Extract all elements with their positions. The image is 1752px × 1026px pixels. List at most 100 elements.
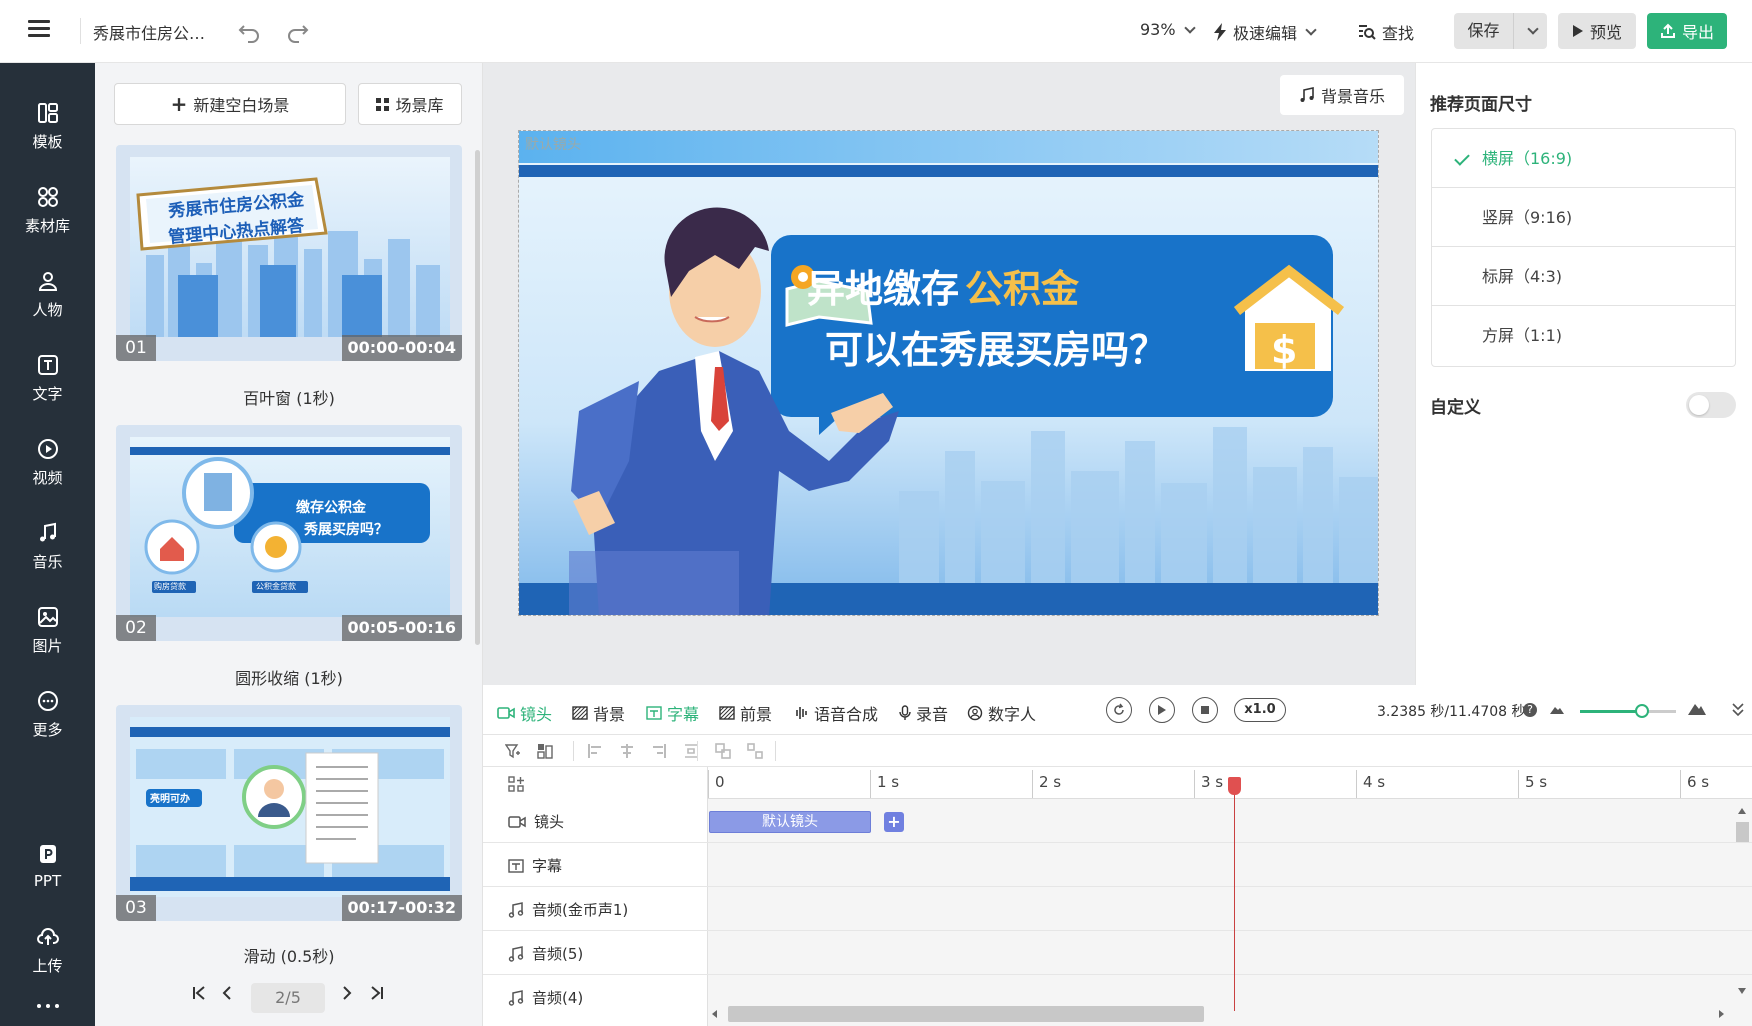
zoom-in-icon[interactable] [1688,701,1706,715]
collapse-icon[interactable] [1731,702,1745,718]
timeline-horizontal-scrollbar[interactable] [728,1006,1204,1022]
ungroup-icon[interactable] [747,743,763,759]
find-icon [1358,23,1376,41]
scene-card[interactable]: 秀展市住房公积金 管理中心热点解答 01 00:00-00:04 [116,145,462,361]
speed-edit-button[interactable]: 极速编辑 [1213,20,1317,44]
tab-record[interactable]: 录音 [899,701,948,725]
slider-thumb[interactable] [1635,704,1649,718]
prev-page-button[interactable] [222,985,232,1001]
project-title[interactable]: 秀展市住房公… [93,20,205,44]
track-settings-icon[interactable] [508,776,524,792]
scroll-up-icon[interactable] [1738,808,1746,814]
help-icon[interactable]: ? [1523,703,1537,717]
track-label-subtitle[interactable]: 字幕 [508,855,562,876]
tab-shot[interactable]: 镜头 [497,701,552,725]
redo-icon[interactable] [285,18,311,44]
preview-button[interactable]: 预览 [1558,13,1636,49]
zoom-select[interactable]: 93% [1140,20,1196,39]
new-blank-scene-button[interactable]: + 新建空白场景 [114,83,346,125]
scene-card[interactable]: 缴存公积金 秀展买房吗？ 购房贷款 公积金贷款 02 00:05-00:16 [116,425,462,641]
nav-ppt[interactable]: PPT [0,831,95,901]
export-button[interactable]: 导出 [1647,13,1727,49]
tab-subtitle[interactable]: 字幕 [646,701,699,725]
replay-button[interactable] [1106,697,1132,723]
track-row [483,799,1752,843]
ruler-tick [1356,770,1357,798]
tab-digital-human[interactable]: 数字人 [967,701,1036,725]
tab-foreground[interactable]: 前景 [719,701,772,725]
page-size-list: 横屏（16:9) 竖屏（9:16) 标屏（4:3) 方屏（1:1) [1431,128,1736,367]
nav-label: 模板 [32,132,63,151]
add-clip-button[interactable]: + [884,812,904,832]
nav-upload[interactable]: 上传 [0,915,95,985]
scroll-down-icon[interactable] [1738,988,1746,994]
playback-speed-button[interactable]: x1.0 [1234,698,1286,722]
nav-template[interactable]: 模板 [0,91,95,161]
custom-size-label: 自定义 [1430,398,1481,418]
layer-icon[interactable] [537,743,553,759]
undo-icon[interactable] [236,18,262,44]
last-page-button[interactable] [370,985,384,1001]
text-icon [36,353,60,377]
playhead[interactable] [1234,777,1235,1011]
timeline-zoom-slider[interactable] [1580,704,1676,718]
track-label-audio[interactable]: 音频(5) [508,943,583,964]
background-music-button[interactable]: 背景音乐 [1280,75,1404,115]
scroll-left-icon[interactable] [712,1010,718,1018]
play-button[interactable] [1149,697,1175,723]
scene-scrollbar[interactable] [475,150,480,645]
timeline-vertical-scrollbar[interactable] [1736,822,1749,842]
scene-card[interactable]: 亮明可办 03 00:17-00:32 [116,705,462,921]
track-label-audio[interactable]: 音频(金币声1) [508,899,628,920]
menu-icon[interactable] [28,20,50,38]
align-left-icon[interactable] [587,743,603,759]
nav-more[interactable]: 更多 [0,679,95,749]
save-dropdown-button[interactable] [1514,13,1547,49]
size-option-4-3[interactable]: 标屏（4:3) [1432,247,1735,306]
size-option-16-9[interactable]: 横屏（16:9) [1432,129,1735,188]
nav-materials[interactable]: 素材库 [0,175,95,245]
save-button[interactable]: 保存 [1454,13,1514,49]
nav-music[interactable]: 音乐 [0,511,95,581]
nav-people[interactable]: 人物 [0,259,95,329]
camera-icon [508,815,526,829]
tab-label: 镜头 [520,705,553,724]
left-sidebar: 模板 素材库 人物 文字 视频 音乐 图片 更多 PPT 上传 [0,63,95,1026]
align-center-icon[interactable] [619,743,635,759]
track-label-audio[interactable]: 音频(4) [508,987,583,1008]
headline-line-1a: 异地缴存 [807,267,960,311]
group-icon[interactable] [715,743,731,759]
find-label: 查找 [1382,24,1415,43]
size-option-1-1[interactable]: 方屏（1:1) [1432,306,1735,365]
tab-speech-synthesis[interactable]: 语音合成 [793,701,878,725]
page-indicator[interactable]: 2/5 [251,983,325,1013]
next-page-button[interactable] [342,985,352,1001]
zoom-out-icon[interactable] [1550,704,1564,714]
ppt-icon [36,842,60,866]
timeline-clip[interactable]: 默认镜头 [709,811,871,833]
ruler-label: 3 s [1201,773,1224,791]
custom-size-toggle[interactable] [1686,392,1736,418]
scene-time: 00:17-00:32 [341,895,462,921]
first-page-button[interactable] [192,985,206,1001]
stage[interactable]: $ 异地缴存 公积金 可以在秀展买房吗？ [518,130,1379,616]
nav-text[interactable]: 文字 [0,343,95,413]
chevron-down-icon [1526,23,1539,35]
track-label-shot[interactable]: 镜头 [508,811,564,832]
more-dots-icon[interactable] [36,1003,60,1009]
nav-image[interactable]: 图片 [0,595,95,665]
page-size-title: 推荐页面尺寸 [1430,95,1532,115]
playhead-handle[interactable] [1228,777,1241,795]
tab-background[interactable]: 背景 [572,701,625,725]
find-button[interactable]: 查找 [1358,20,1414,44]
size-option-9-16[interactable]: 竖屏（9:16) [1432,188,1735,247]
scene-library-button[interactable]: 场景库 [358,83,462,125]
music-icon [508,989,524,1006]
track-row [483,843,1752,887]
stop-button[interactable] [1192,697,1218,723]
align-right-icon[interactable] [651,743,667,759]
play-icon [1572,24,1584,38]
scroll-right-icon[interactable] [1718,1010,1724,1018]
nav-video[interactable]: 视频 [0,427,95,497]
filter-icon[interactable] [505,743,521,759]
